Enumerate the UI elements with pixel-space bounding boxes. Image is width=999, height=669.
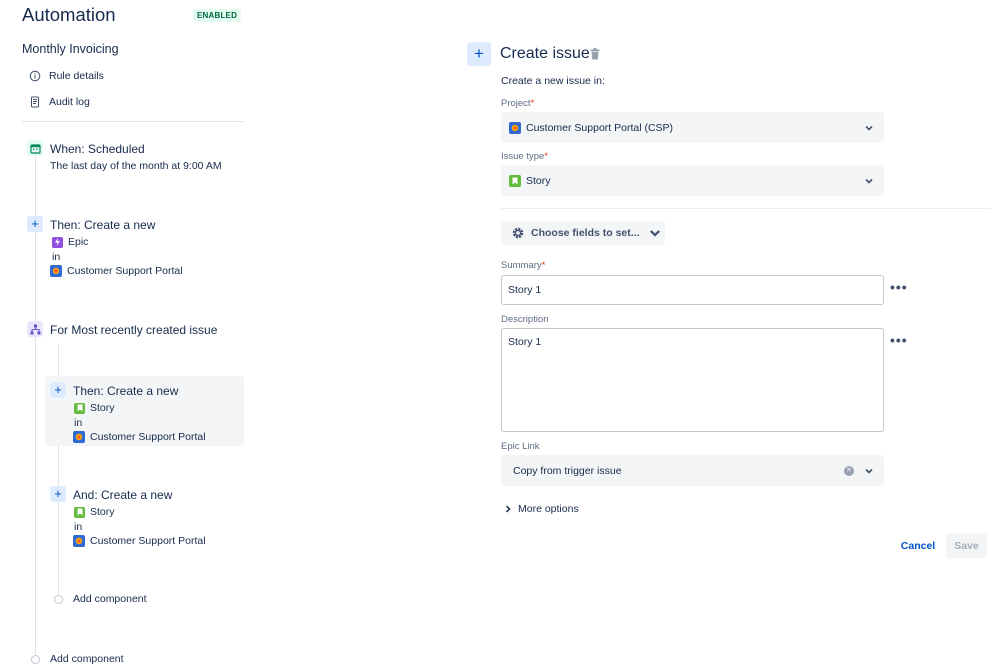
- action1-issue-type-label: Epic: [68, 236, 89, 248]
- action2-issue-type: Story: [74, 402, 115, 414]
- trigger-detail-text: The last day of the month at 9:00 AM: [50, 160, 222, 172]
- section-divider: [501, 208, 991, 209]
- chevron-down-icon: [865, 178, 873, 184]
- more-actions-icon[interactable]: •••: [890, 333, 908, 347]
- epic-link-select[interactable]: Copy from trigger issue ✕: [501, 455, 884, 486]
- rule-details-label: Rule details: [49, 70, 104, 82]
- issue-type-select[interactable]: Story: [501, 165, 884, 196]
- info-icon: [29, 70, 41, 82]
- branch-icon: [27, 321, 43, 337]
- issue-type-select-value: Story: [526, 174, 551, 187]
- project-select-value: Customer Support Portal (CSP): [526, 121, 674, 134]
- save-button[interactable]: Save: [946, 533, 987, 558]
- required-mark: *: [544, 151, 549, 162]
- action1-in: in: [52, 251, 61, 263]
- rule-details-link[interactable]: Rule details: [29, 70, 104, 82]
- action2-title[interactable]: Then: Create a new: [73, 384, 178, 398]
- action1-project-label: Customer Support Portal: [67, 265, 183, 277]
- project-icon: [73, 535, 85, 547]
- chevron-right-icon: [505, 505, 511, 513]
- action3-project: Customer Support Portal: [73, 535, 206, 547]
- gear-icon: [512, 227, 524, 239]
- required-mark: *: [530, 98, 535, 109]
- project-icon: [509, 121, 521, 134]
- status-badge: ENABLED: [193, 9, 242, 22]
- chevron-down-icon: [865, 468, 873, 474]
- project-select[interactable]: Customer Support Portal (CSP): [501, 112, 884, 143]
- project-icon: [73, 431, 85, 443]
- chevron-down-icon: [865, 125, 873, 131]
- trigger-title[interactable]: When: Scheduled: [50, 142, 145, 156]
- plus-icon: +: [27, 216, 43, 232]
- panel-subtitle: Create a new issue in:: [501, 75, 605, 87]
- cancel-button[interactable]: Cancel: [896, 534, 940, 558]
- choose-fields-label: Choose fields to set...: [531, 227, 640, 239]
- trigger-detail: The last day of the month at 9:00 AM: [50, 160, 222, 172]
- page-title: Automation: [22, 4, 116, 25]
- project-label: Project*: [501, 98, 535, 109]
- branch-title[interactable]: For Most recently created issue: [50, 323, 217, 337]
- action2-project: Customer Support Portal: [73, 431, 206, 443]
- action3-title[interactable]: And: Create a new: [73, 488, 172, 502]
- summary-field[interactable]: Story 1: [501, 275, 884, 305]
- story-icon: [509, 174, 521, 187]
- panel-title: Create issue: [500, 45, 590, 62]
- clear-icon[interactable]: ✕: [844, 465, 854, 476]
- more-actions-icon[interactable]: •••: [890, 280, 908, 294]
- plus-icon: +: [467, 42, 491, 66]
- action3-in: in: [74, 521, 83, 533]
- nav-divider: [22, 121, 244, 122]
- choose-fields-button[interactable]: Choose fields to set...: [501, 221, 665, 245]
- description-label: Description: [501, 314, 549, 325]
- action2-in: in: [74, 417, 83, 429]
- story-icon: [74, 402, 85, 414]
- add-component-button[interactable]: Add component: [31, 653, 124, 665]
- add-component-label: Add component: [50, 653, 124, 665]
- add-component-branch-label: Add component: [73, 593, 147, 605]
- calendar-icon: [27, 140, 43, 156]
- add-component-branch-button[interactable]: Add component: [54, 593, 147, 605]
- add-dot-icon: [54, 594, 63, 604]
- chevron-down-icon: [649, 230, 660, 237]
- document-icon: [31, 96, 39, 108]
- audit-log-label: Audit log: [49, 96, 90, 108]
- action2-issue-type-label: Story: [90, 402, 115, 414]
- rule-name: Monthly Invoicing: [22, 42, 119, 56]
- action3-issue-type-label: Story: [90, 506, 115, 518]
- epic-link-value: Copy from trigger issue: [513, 464, 622, 477]
- trash-icon[interactable]: [590, 48, 600, 60]
- description-field[interactable]: Story 1: [501, 328, 884, 432]
- more-options-label: More options: [518, 503, 579, 515]
- audit-log-link[interactable]: Audit log: [29, 96, 90, 108]
- story-icon: [74, 506, 85, 518]
- issue-type-label: Issue type*: [501, 151, 549, 162]
- project-icon: [50, 265, 62, 277]
- summary-label: Summary*: [501, 260, 546, 271]
- required-mark: *: [541, 260, 546, 271]
- action1-project: Customer Support Portal: [50, 265, 183, 277]
- action3-project-label: Customer Support Portal: [90, 535, 206, 547]
- add-dot-icon: [31, 654, 40, 664]
- action1-issue-type: Epic: [52, 236, 88, 248]
- action2-project-label: Customer Support Portal: [90, 431, 206, 443]
- plus-icon: +: [50, 486, 66, 502]
- epic-icon: [52, 236, 63, 248]
- epic-link-label: Epic Link: [501, 441, 540, 452]
- action3-issue-type: Story: [74, 506, 115, 518]
- more-options-toggle[interactable]: More options: [504, 503, 579, 515]
- action1-title[interactable]: Then: Create a new: [50, 218, 155, 232]
- plus-icon: +: [50, 382, 66, 398]
